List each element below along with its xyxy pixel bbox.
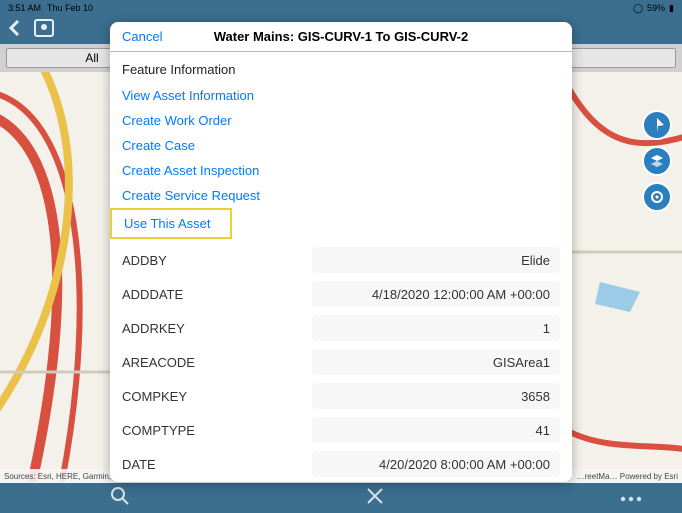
cancel-button[interactable]: Cancel <box>122 29 162 44</box>
search-icon[interactable] <box>110 486 130 511</box>
action-view-asset[interactable]: View Asset Information <box>110 83 572 108</box>
field-addby: ADDBY Elide <box>110 243 572 277</box>
field-label: DATE <box>122 457 312 472</box>
field-value[interactable]: 4/18/2020 12:00:00 AM +00:00 <box>312 281 560 307</box>
more-icon[interactable] <box>620 489 642 507</box>
status-time: 3:51 AM <box>8 3 41 13</box>
highlight-use-asset: Use This Asset <box>110 208 232 239</box>
action-create-inspection[interactable]: Create Asset Inspection <box>110 158 572 183</box>
map-toggle-icon[interactable] <box>34 19 54 42</box>
attr-left: Sources: Esri, HERE, Garmin, … <box>4 472 121 481</box>
field-label: AREACODE <box>122 355 312 370</box>
locate-button[interactable] <box>642 110 672 140</box>
field-decimal: DECIMAL 624.73048887 <box>110 481 572 482</box>
sheet-header: Cancel Water Mains: GIS-CURV-1 To GIS-CU… <box>110 22 572 52</box>
action-use-asset[interactable]: Use This Asset <box>112 210 230 237</box>
close-icon[interactable] <box>366 487 384 510</box>
field-adddate: ADDDATE 4/18/2020 12:00:00 AM +00:00 <box>110 277 572 311</box>
field-compkey: COMPKEY 3658 <box>110 379 572 413</box>
status-bar: 3:51 AM Thu Feb 10 ◯ 59% ▮ <box>0 0 682 16</box>
status-date: Thu Feb 10 <box>47 3 93 13</box>
field-label: ADDDATE <box>122 287 312 302</box>
field-areacode: AREACODE GISArea1 <box>110 345 572 379</box>
field-date: DATE 4/20/2020 8:00:00 AM +00:00 <box>110 447 572 481</box>
action-create-case[interactable]: Create Case <box>110 133 572 158</box>
battery-pct: 59% <box>647 3 665 13</box>
map-side-buttons <box>642 110 672 212</box>
sheet-title: Water Mains: GIS-CURV-1 To GIS-CURV-2 <box>110 29 572 44</box>
back-icon[interactable] <box>8 19 22 42</box>
field-value[interactable]: 1 <box>312 315 560 341</box>
field-addrkey: ADDRKEY 1 <box>110 311 572 345</box>
field-label: ADDBY <box>122 253 312 268</box>
attr-right: …reetMa… Powered by Esri <box>577 472 678 481</box>
section-feature-info: Feature Information <box>110 58 572 83</box>
field-value[interactable]: 4/20/2020 8:00:00 AM +00:00 <box>312 451 560 477</box>
target-button[interactable] <box>642 182 672 212</box>
field-label: COMPKEY <box>122 389 312 404</box>
field-value[interactable]: 3658 <box>312 383 560 409</box>
field-label: ADDRKEY <box>122 321 312 336</box>
bottom-toolbar <box>0 483 682 513</box>
feature-sheet: Cancel Water Mains: GIS-CURV-1 To GIS-CU… <box>110 22 572 482</box>
field-comptype: COMPTYPE 41 <box>110 413 572 447</box>
sheet-body[interactable]: Feature Information View Asset Informati… <box>110 52 572 482</box>
action-create-sr[interactable]: Create Service Request <box>110 183 572 208</box>
field-label: COMPTYPE <box>122 423 312 438</box>
field-value[interactable]: GISArea1 <box>312 349 560 375</box>
field-value[interactable]: 41 <box>312 417 560 443</box>
action-create-wo[interactable]: Create Work Order <box>110 108 572 133</box>
field-value[interactable]: Elide <box>312 247 560 273</box>
battery-icon: ▮ <box>669 3 674 14</box>
layers-button[interactable] <box>642 146 672 176</box>
wifi-icon: ◯ <box>633 3 643 14</box>
